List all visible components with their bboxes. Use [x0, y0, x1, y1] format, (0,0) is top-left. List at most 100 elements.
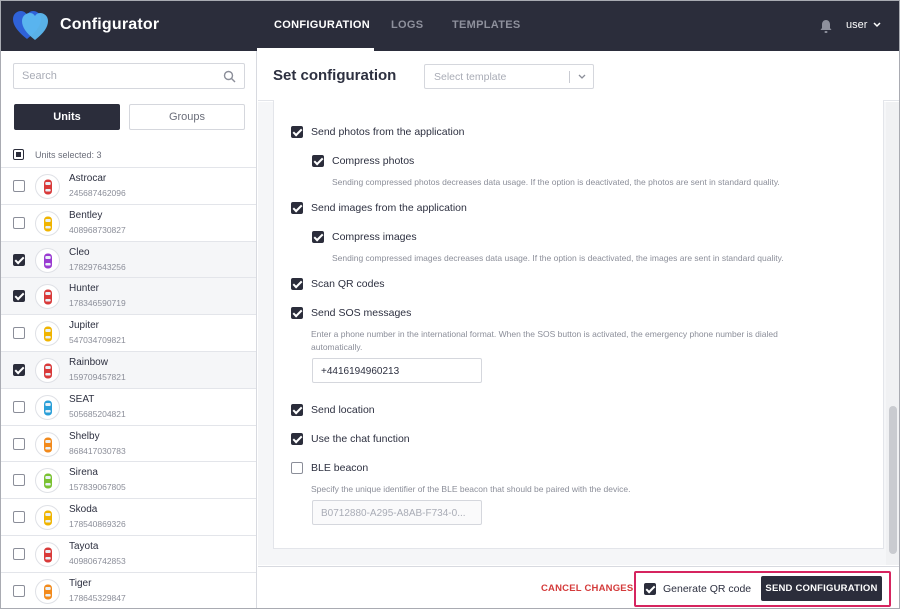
unit-row[interactable]: Cleo 178297643256	[1, 241, 256, 279]
top-bar: Configurator CONFIGURATION LOGS TEMPLATE…	[1, 1, 899, 51]
tab-templates[interactable]: TEMPLATES	[452, 19, 521, 31]
sos-phone-input[interactable]	[321, 364, 471, 378]
groups-toggle-button[interactable]: Groups	[129, 104, 245, 130]
unit-checkbox[interactable]	[13, 547, 25, 560]
unit-row[interactable]: Jupiter 547034709821	[1, 315, 256, 352]
unit-id: 409806742853	[69, 555, 126, 566]
unit-name: Hunter	[69, 283, 100, 295]
car-icon	[44, 326, 52, 342]
unit-checkbox[interactable]	[13, 511, 25, 524]
unit-checkbox[interactable]	[13, 327, 25, 340]
unit-name: Bentley	[69, 209, 103, 221]
unit-row[interactable]: Astrocar 245687462096	[1, 168, 256, 205]
unit-checkbox[interactable]	[13, 400, 25, 413]
unit-name: Rainbow	[69, 356, 108, 368]
scrollbar-thumb[interactable]	[889, 406, 897, 554]
unit-row[interactable]: Tiger 178645329847	[1, 572, 256, 608]
generate-qr-checkbox[interactable]	[644, 583, 656, 595]
ble-beacon-input[interactable]	[321, 506, 471, 520]
car-avatar	[35, 505, 60, 531]
unit-id: 178540869326	[69, 519, 126, 530]
unit-id: 868417030783	[69, 445, 126, 456]
compress-photos-label: Compress photos	[332, 155, 415, 167]
unit-list: Astrocar 245687462096 Bentley 408968730827 C…	[1, 168, 256, 608]
search-icon[interactable]	[223, 70, 236, 83]
select-all-checkbox[interactable]	[13, 149, 24, 160]
send-configuration-button[interactable]: SEND CONFIGURATION	[761, 576, 882, 601]
unit-id: 157839067805	[69, 482, 126, 493]
unit-row[interactable]: Tayota 409806742853	[1, 535, 256, 573]
unit-row[interactable]: Shelby 868417030783	[1, 425, 256, 463]
unit-name: Tiger	[69, 577, 92, 589]
car-icon	[44, 584, 52, 600]
app-window: Configurator CONFIGURATION LOGS TEMPLATE…	[0, 0, 900, 609]
car-avatar	[35, 210, 60, 236]
unit-checkbox[interactable]	[13, 584, 25, 597]
unit-id: 505685204821	[69, 408, 126, 419]
select-separator	[569, 71, 570, 83]
unit-checkbox[interactable]	[13, 180, 25, 192]
units-toggle-button[interactable]: Units	[14, 104, 120, 130]
car-avatar	[35, 247, 60, 273]
car-avatar	[35, 394, 60, 420]
unit-name: SEAT	[69, 393, 95, 405]
car-icon	[44, 289, 52, 305]
compress-images-checkbox[interactable]	[312, 231, 324, 243]
unit-id: 245687462096	[69, 188, 126, 198]
user-menu[interactable]: user	[846, 19, 867, 31]
unit-name: Jupiter	[69, 320, 100, 332]
bell-icon[interactable]	[819, 19, 833, 34]
unit-row[interactable]: Rainbow 159709457821	[1, 351, 256, 389]
unit-checkbox[interactable]	[13, 290, 25, 303]
unit-row[interactable]: Bentley 408968730827	[1, 204, 256, 242]
unit-row[interactable]: SEAT 505685204821	[1, 388, 256, 426]
sos-description-line-2: automatically.	[311, 342, 363, 352]
main-header: Set configuration Select template	[258, 51, 899, 101]
heart-logo-icon	[13, 11, 48, 40]
cancel-changes-button[interactable]: CANCEL CHANGES	[541, 583, 633, 594]
send-images-checkbox[interactable]	[291, 202, 303, 214]
unit-checkbox[interactable]	[13, 216, 25, 229]
search-input[interactable]	[22, 68, 212, 84]
car-icon	[44, 253, 52, 269]
unit-name: Skoda	[69, 504, 98, 516]
unit-name: Sirena	[69, 467, 98, 479]
chevron-down-icon[interactable]	[578, 74, 586, 80]
unit-row[interactable]: Skoda 178540869326	[1, 499, 256, 536]
send-photos-label: Send photos from the application	[311, 126, 465, 138]
scan-qr-checkbox[interactable]	[291, 278, 303, 290]
template-select-placeholder: Select template	[434, 71, 507, 83]
tab-configuration[interactable]: CONFIGURATION	[274, 19, 370, 31]
compress-images-description: Sending compressed images decreases data…	[332, 253, 784, 263]
unit-id: 159709457821	[69, 371, 126, 382]
car-icon	[44, 473, 52, 489]
units-sidebar: Units Groups Units selected: 3 Astrocar 2…	[1, 51, 257, 608]
units-selected-count: Units selected: 3	[35, 150, 102, 160]
car-avatar	[35, 468, 60, 494]
compress-photos-checkbox[interactable]	[312, 155, 324, 167]
unit-row[interactable]: Hunter 178346590719	[1, 278, 256, 316]
template-select[interactable]: Select template	[424, 64, 594, 89]
unit-checkbox[interactable]	[13, 253, 25, 266]
unit-checkbox[interactable]	[13, 474, 25, 487]
chat-checkbox[interactable]	[291, 433, 303, 445]
compress-photos-description: Sending compressed photos decreases data…	[332, 177, 780, 187]
car-avatar	[35, 357, 60, 383]
chevron-down-icon[interactable]	[873, 22, 881, 28]
unit-checkbox[interactable]	[13, 363, 25, 376]
send-photos-checkbox[interactable]	[291, 126, 303, 138]
chat-label: Use the chat function	[311, 433, 410, 445]
car-icon	[44, 216, 52, 232]
send-location-checkbox[interactable]	[291, 404, 303, 416]
unit-checkbox[interactable]	[13, 437, 25, 450]
sos-checkbox[interactable]	[291, 307, 303, 319]
page-title: Set configuration	[273, 67, 397, 84]
unit-row[interactable]: Sirena 157839067805	[1, 462, 256, 500]
tab-logs[interactable]: LOGS	[391, 19, 423, 31]
unit-id: 408968730827	[69, 224, 126, 235]
ble-beacon-checkbox[interactable]	[291, 462, 303, 474]
unit-name: Astrocar	[69, 173, 107, 184]
app-title: Configurator	[60, 16, 160, 33]
generate-qr-label: Generate QR code	[663, 583, 752, 595]
units-selected-row: Units selected: 3	[1, 141, 256, 168]
